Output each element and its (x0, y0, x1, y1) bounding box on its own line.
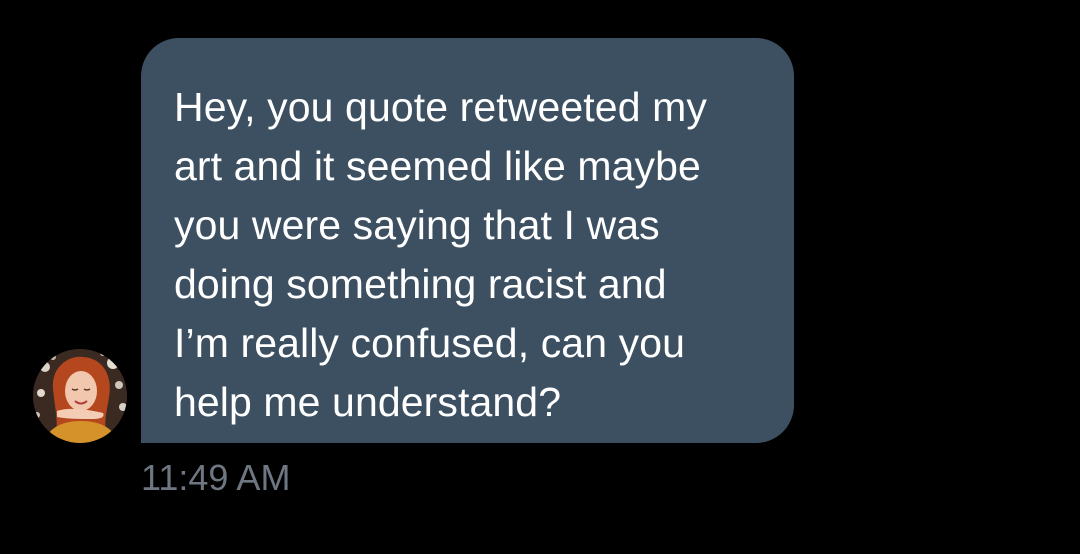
message-timestamp: 11:49 AM (141, 457, 291, 498)
sender-avatar[interactable] (33, 349, 127, 443)
dm-message-row: Hey, you quote retweeted my art and it s… (0, 0, 1080, 554)
message-text: Hey, you quote retweeted my art and it s… (174, 84, 707, 425)
avatar-photo-icon (33, 349, 127, 443)
message-bubble[interactable]: Hey, you quote retweeted my art and it s… (141, 38, 794, 443)
